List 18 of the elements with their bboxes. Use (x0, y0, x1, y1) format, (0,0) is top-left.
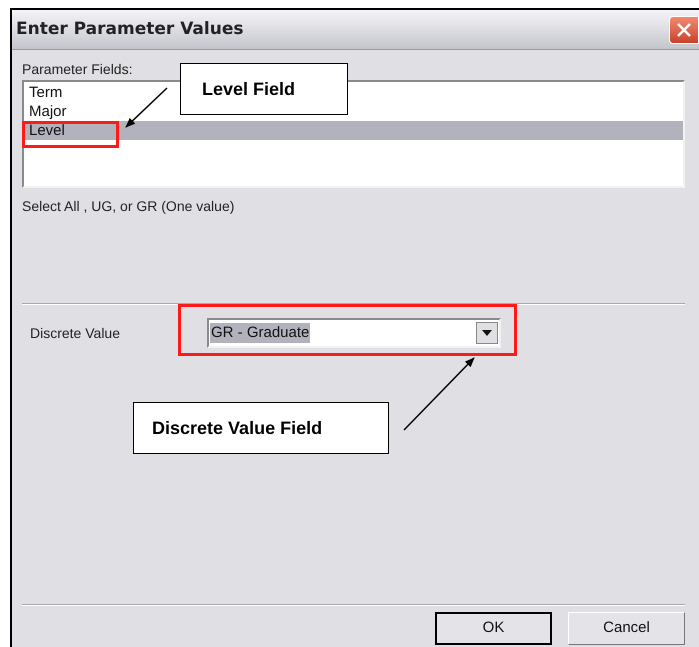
arrow (125, 87, 168, 128)
close-button[interactable] (669, 16, 699, 44)
callout-text: Level Field (202, 78, 296, 100)
discrete-value-label: Discrete Value (30, 324, 122, 342)
close-icon (676, 22, 692, 38)
description-text: Select All , UG, or GR (One value) (22, 197, 236, 216)
dialog-button[interactable]: Cancel (568, 612, 685, 645)
caret-icon (482, 330, 492, 336)
callout-text: Discrete Value Field (152, 416, 322, 440)
discrete-value-dropdown[interactable]: GR - Graduate (207, 318, 501, 348)
list-item[interactable]: Major (24, 102, 70, 121)
window-title: Enter Parameter Values (16, 18, 244, 41)
list-item[interactable]: Term (24, 83, 66, 102)
list-item[interactable]: Level (24, 121, 683, 140)
dropdown-value: GR - Graduate (210, 323, 310, 343)
dialog-button[interactable]: OK (435, 612, 552, 645)
list-label: Parameter Fields: (22, 60, 134, 78)
dropdown-arrow-button[interactable] (476, 322, 498, 344)
